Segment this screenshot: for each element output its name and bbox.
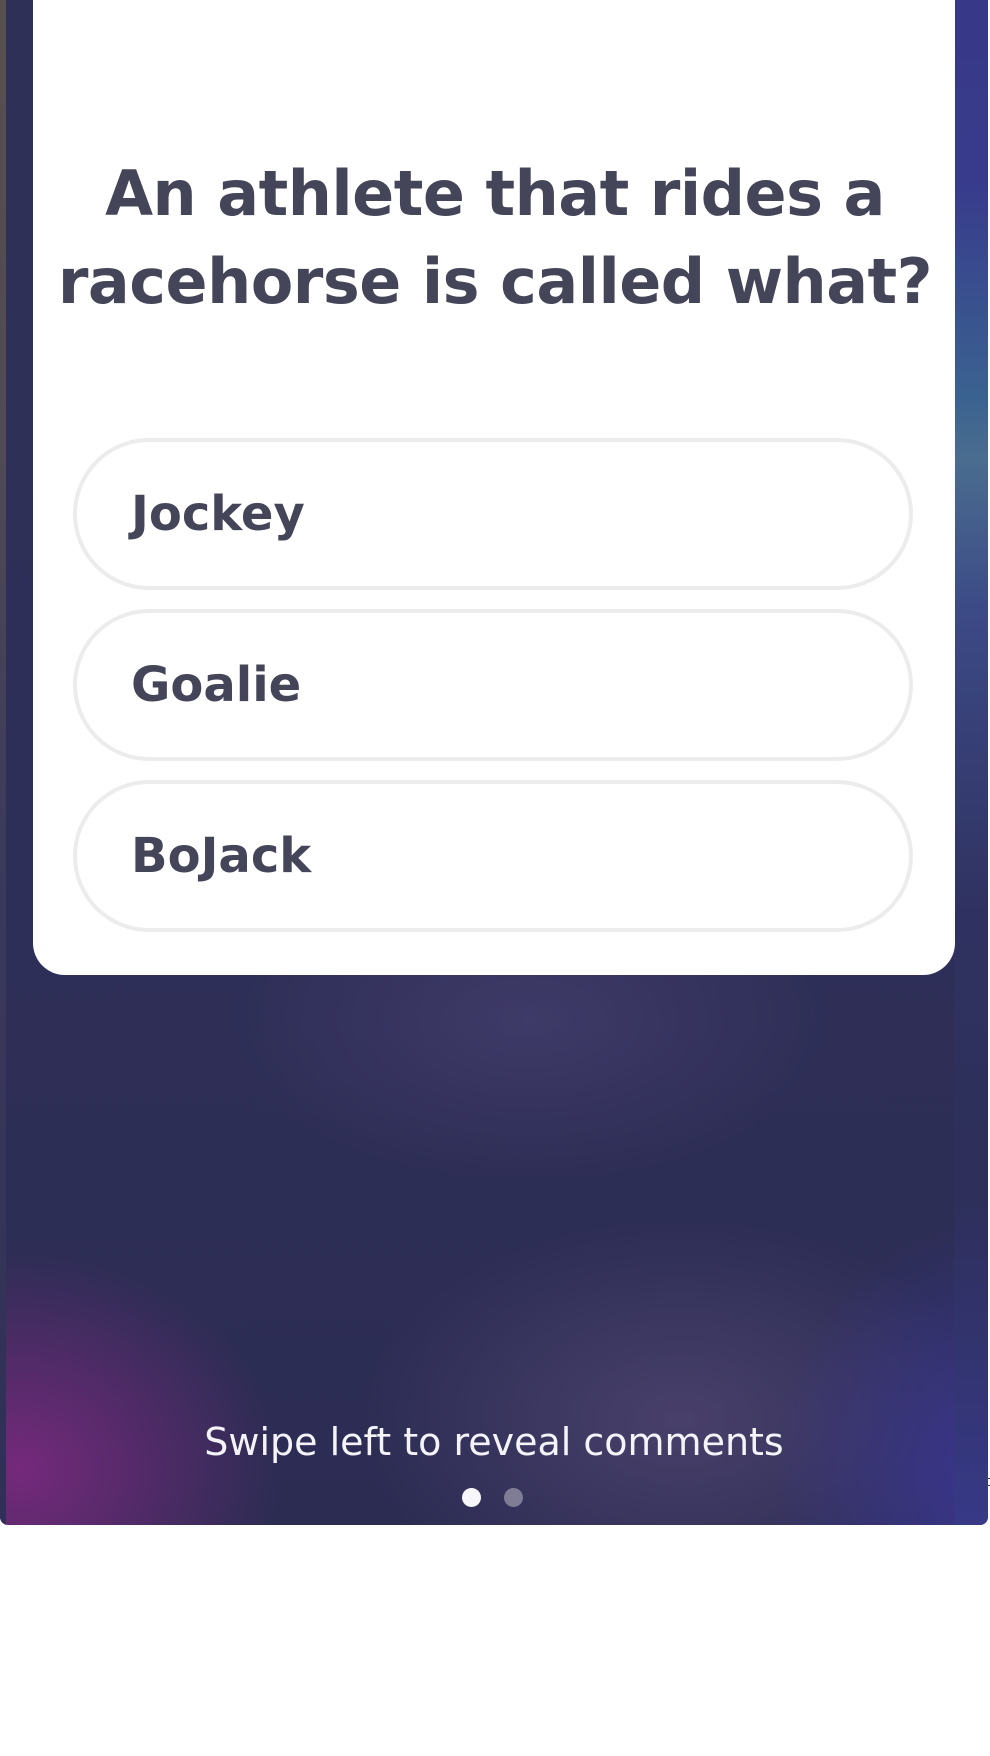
answer-option-bojack[interactable]: BoJack [73,780,913,932]
edge-mark [986,1478,990,1486]
answer-option-goalie[interactable]: Goalie [73,609,913,761]
right-edge-strip [954,0,988,1525]
page-dot-active[interactable] [462,1488,481,1507]
left-edge-strip [0,0,6,1525]
quiz-screen: An athlete that rides a racehorse is cal… [0,0,988,1525]
page-dot-inactive[interactable] [504,1488,523,1507]
question-text: An athlete that rides a racehorse is cal… [57,157,933,318]
swipe-hint: Swipe left to reveal comments [204,1420,784,1464]
answer-option-jockey[interactable]: Jockey [73,438,913,590]
